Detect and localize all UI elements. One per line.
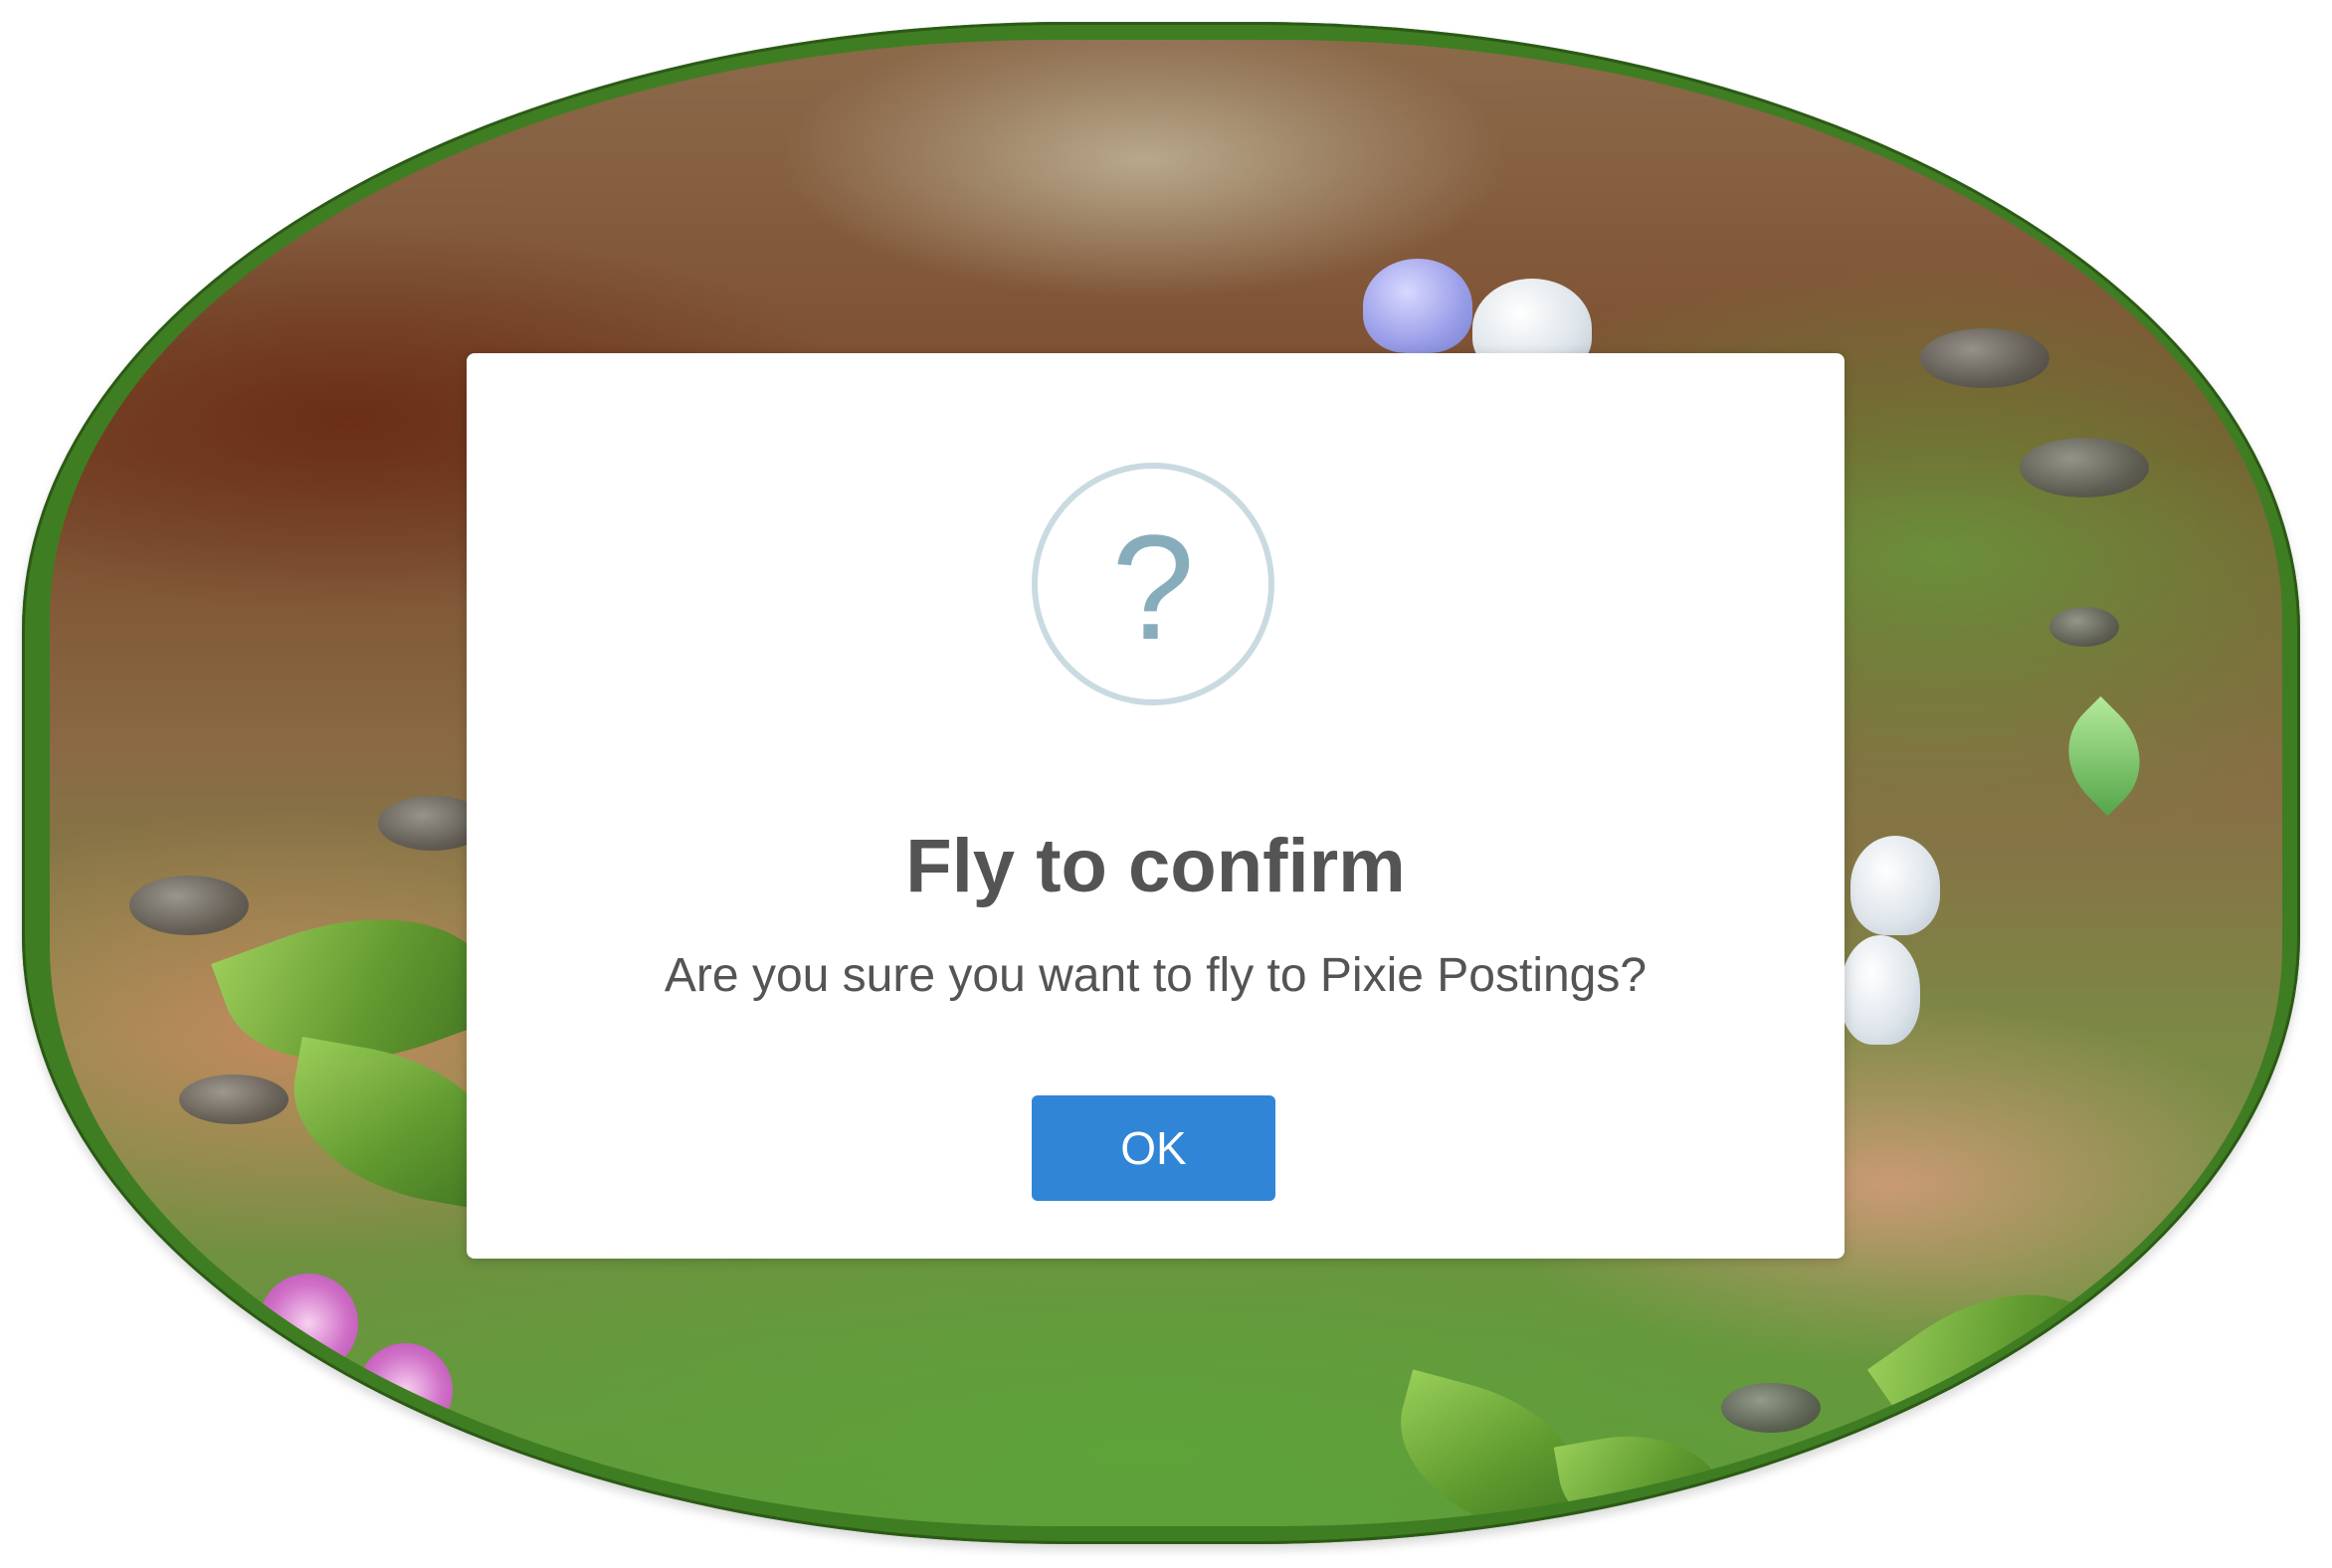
stone-decoration: [1721, 1383, 1821, 1433]
white-bell-decoration: [1850, 836, 1940, 935]
butterfly-decoration: [2043, 695, 2165, 817]
dialog-message: Are you sure you want to fly to Pixie Po…: [664, 949, 1648, 1002]
pink-flower-decoration: [259, 1274, 358, 1373]
question-mark-glyph: ?: [1111, 503, 1195, 671]
pink-flower-decoration: [358, 1343, 453, 1438]
white-bell-decoration: [1841, 935, 1920, 1045]
confirm-dialog: ? Fly to confirm Are you sure you want t…: [467, 353, 1845, 1259]
question-icon: ?: [1032, 463, 1274, 705]
stone-decoration: [1920, 328, 2049, 388]
bluebell-decoration: [1363, 259, 1472, 353]
stone-decoration: [2049, 607, 2119, 647]
stone-decoration: [179, 1075, 289, 1124]
ok-button[interactable]: OK: [1032, 1095, 1275, 1201]
stone-decoration: [2020, 438, 2149, 497]
stone-decoration: [129, 876, 249, 935]
game-window: ? Fly to confirm Are you sure you want t…: [0, 0, 2332, 1568]
leaf-decoration: [1866, 1244, 2133, 1492]
dialog-title: Fly to confirm: [905, 824, 1406, 908]
leaf-decoration: [1553, 1419, 1730, 1526]
